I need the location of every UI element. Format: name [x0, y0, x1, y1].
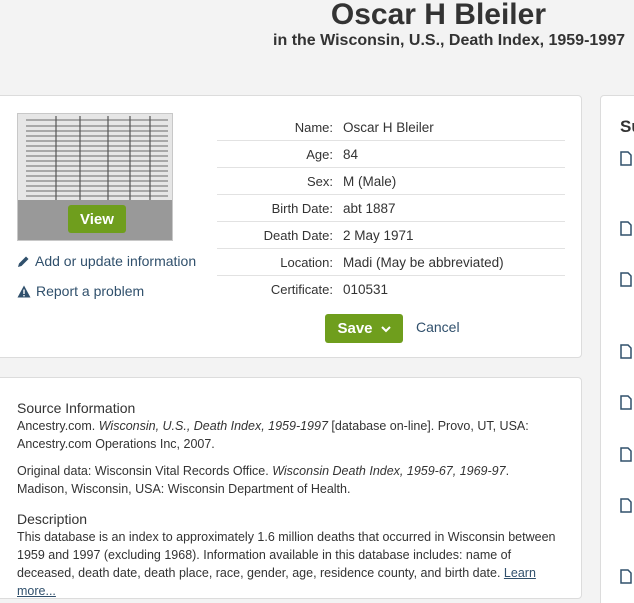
citation-title: Wisconsin, U.S., Death Index, 1959-1997 — [98, 419, 328, 433]
fact-label: Age: — [306, 146, 333, 162]
document-icon[interactable] — [620, 395, 632, 410]
save-button[interactable]: Save — [325, 314, 403, 343]
suggested-records-card: Su — [600, 95, 634, 603]
fact-value: 84 — [343, 146, 359, 162]
fact-value: Madi (May be abbreviated) — [343, 254, 504, 270]
save-button-label: Save — [337, 320, 373, 337]
pencil-icon — [17, 255, 30, 268]
fact-row-death-date: Death Date: 2 May 1971 — [217, 222, 565, 249]
description-body: This database is an index to approximate… — [17, 530, 556, 580]
fact-row-location: Location: Madi (May be abbreviated) — [217, 249, 565, 276]
fact-value: 010531 — [343, 282, 389, 297]
fact-row-certificate: Certificate: 010531 — [217, 276, 565, 303]
fact-value: M (Male) — [343, 173, 397, 189]
description-heading: Description — [17, 511, 88, 527]
document-icon[interactable] — [620, 221, 632, 236]
description-text: This database is an index to approximate… — [17, 528, 557, 600]
fact-label: Sex: — [306, 173, 333, 189]
document-icon[interactable] — [620, 272, 632, 287]
source-information-card: Source Information Ancestry.com. Wiscons… — [0, 377, 582, 599]
warning-icon — [17, 285, 31, 298]
record-card: View Add or update information Report a … — [0, 95, 582, 358]
source-citation: Ancestry.com. Wisconsin, U.S., Death Ind… — [17, 417, 557, 453]
original-data: Original data: Wisconsin Vital Records O… — [17, 462, 557, 498]
page-subtitle: in the Wisconsin, U.S., Death Index, 195… — [273, 32, 625, 49]
fact-value: abt 1887 — [343, 200, 396, 216]
original-prefix: Original data: Wisconsin Vital Records O… — [17, 464, 273, 478]
fact-label: Certificate: — [270, 282, 333, 297]
fact-label: Death Date: — [263, 227, 333, 243]
document-icon[interactable] — [620, 151, 632, 166]
record-image-thumbnail[interactable]: View — [17, 113, 173, 241]
view-overlay: View — [18, 200, 172, 240]
cancel-link[interactable]: Cancel — [416, 319, 460, 335]
fact-row-birth-date: Birth Date: abt 1887 — [217, 195, 565, 222]
sidebar-title: Su — [620, 117, 634, 136]
fact-row-age: Age: 84 — [217, 141, 565, 168]
page-title: Oscar H Bleiler — [330, 0, 546, 31]
chevron-down-icon — [380, 320, 391, 337]
report-problem-link[interactable]: Report a problem — [17, 283, 144, 299]
fact-label: Name: — [294, 119, 333, 135]
add-update-information-label: Add or update information — [35, 253, 197, 269]
fact-label: Location: — [280, 254, 333, 270]
fact-row-name: Name: Oscar H Bleiler — [217, 114, 565, 141]
document-icon[interactable] — [620, 344, 632, 359]
citation-prefix: Ancestry.com. — [17, 419, 99, 433]
report-problem-label: Report a problem — [36, 283, 145, 299]
fact-value: 2 May 1971 — [343, 227, 414, 243]
add-update-information-link[interactable]: Add or update information — [17, 253, 196, 269]
record-facts-table: Name: Oscar H Bleiler Age: 84 Sex: M (Ma… — [217, 114, 565, 303]
document-icon[interactable] — [620, 569, 632, 584]
fact-row-sex: Sex: M (Male) — [217, 168, 565, 195]
source-information-heading: Source Information — [17, 400, 136, 416]
page-header: Oscar H Bleiler in the Wisconsin, U.S., … — [0, 0, 634, 56]
fact-label: Birth Date: — [271, 200, 333, 216]
document-icon[interactable] — [620, 447, 632, 462]
original-title: Wisconsin Death Index, 1959-67, 1969-97 — [272, 464, 506, 478]
page: Oscar H Bleiler in the Wisconsin, U.S., … — [0, 0, 634, 603]
document-icon[interactable] — [620, 498, 632, 513]
fact-value: Oscar H Bleiler — [343, 119, 434, 135]
view-image-button[interactable]: View — [68, 205, 126, 233]
